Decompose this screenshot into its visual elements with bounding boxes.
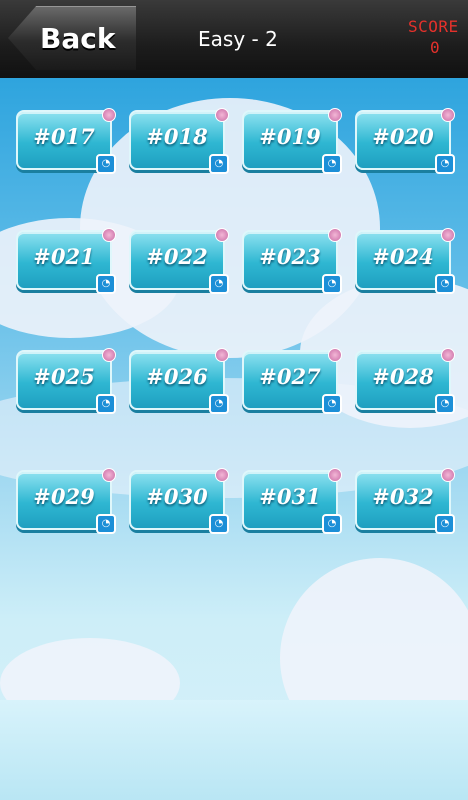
level-tile[interactable]: #019 ◔ [242,108,342,174]
sound-icon: ◔ [322,154,342,174]
level-number: #019 [259,124,321,149]
level-tile[interactable]: #022 ◔ [129,228,229,294]
back-button[interactable]: Back [8,6,136,70]
candy-icon [441,468,455,482]
candy-icon [215,108,229,122]
sound-icon: ◔ [435,394,455,414]
level-number: #026 [146,364,208,389]
candy-icon [328,348,342,362]
candy-icon [102,108,116,122]
candy-icon [102,468,116,482]
level-tile[interactable]: #026 ◔ [129,348,229,414]
level-set-title: Easy - 2 [198,27,278,51]
sound-icon: ◔ [322,514,342,534]
score-label: SCORE [408,17,459,36]
top-bar: Back Easy - 2 SCORE 0 [0,0,468,79]
sound-icon: ◔ [322,274,342,294]
sound-icon: ◔ [96,154,116,174]
sound-icon: ◔ [96,394,116,414]
sound-icon: ◔ [209,514,229,534]
level-number: #028 [372,364,434,389]
sound-icon: ◔ [96,514,116,534]
level-number: #025 [33,364,95,389]
level-grid: #017 ◔ #018 ◔ #019 ◔ #020 ◔ #021 ◔ #022 … [0,78,468,800]
candy-icon [102,348,116,362]
level-tile[interactable]: #020 ◔ [355,108,455,174]
level-tile[interactable]: #017 ◔ [16,108,116,174]
level-tile[interactable]: #021 ◔ [16,228,116,294]
candy-icon [441,108,455,122]
level-tile[interactable]: #032 ◔ [355,468,455,534]
level-tile[interactable]: #030 ◔ [129,468,229,534]
candy-icon [441,348,455,362]
candy-icon [328,108,342,122]
level-number: #031 [259,484,321,509]
level-number: #029 [33,484,95,509]
candy-icon [441,228,455,242]
level-number: #017 [33,124,95,149]
candy-icon [215,468,229,482]
candy-icon [215,348,229,362]
sound-icon: ◔ [435,154,455,174]
level-tile[interactable]: #025 ◔ [16,348,116,414]
level-number: #027 [259,364,321,389]
level-tile[interactable]: #024 ◔ [355,228,455,294]
level-number: #022 [146,244,208,269]
level-tile[interactable]: #029 ◔ [16,468,116,534]
candy-icon [328,228,342,242]
level-number: #018 [146,124,208,149]
level-tile[interactable]: #028 ◔ [355,348,455,414]
sound-icon: ◔ [96,274,116,294]
candy-icon [102,228,116,242]
level-number: #030 [146,484,208,509]
level-select-background: #017 ◔ #018 ◔ #019 ◔ #020 ◔ #021 ◔ #022 … [0,78,468,800]
level-tile[interactable]: #023 ◔ [242,228,342,294]
level-tile[interactable]: #031 ◔ [242,468,342,534]
back-button-label: Back [40,22,116,55]
level-number: #021 [33,244,95,269]
sound-icon: ◔ [435,274,455,294]
level-tile[interactable]: #018 ◔ [129,108,229,174]
level-number: #020 [372,124,434,149]
score-value: 0 [430,38,440,57]
candy-icon [328,468,342,482]
sound-icon: ◔ [209,154,229,174]
sound-icon: ◔ [209,274,229,294]
candy-icon [215,228,229,242]
level-number: #023 [259,244,321,269]
sound-icon: ◔ [322,394,342,414]
sound-icon: ◔ [209,394,229,414]
level-number: #032 [372,484,434,509]
level-tile[interactable]: #027 ◔ [242,348,342,414]
level-number: #024 [372,244,434,269]
sound-icon: ◔ [435,514,455,534]
